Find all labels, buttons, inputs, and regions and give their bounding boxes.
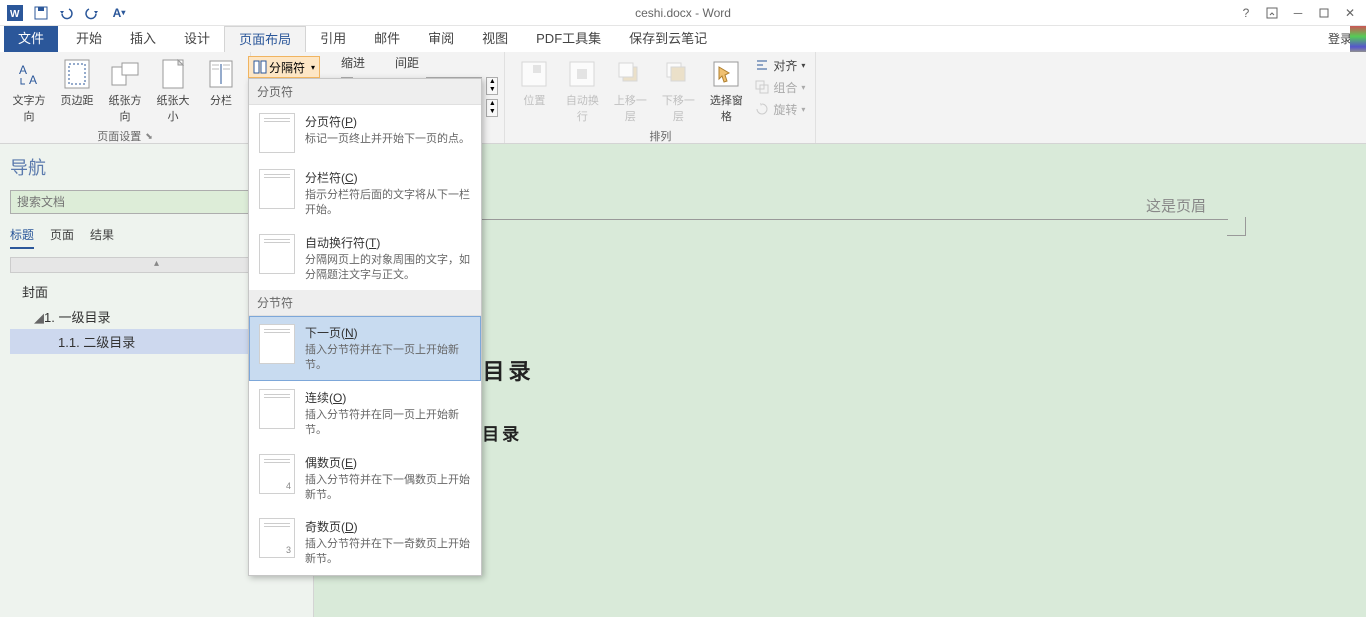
selection-pane-label: 选择窗格 (705, 92, 747, 124)
svg-text:W: W (10, 9, 20, 20)
nav-tab-pages[interactable]: 页面 (50, 226, 74, 249)
minimize-icon[interactable]: ─ (1286, 2, 1310, 24)
margins-label: 页边距 (61, 92, 94, 108)
document-title: ceshi.docx - Word (635, 6, 731, 20)
titlebar: W A▾ ceshi.docx - Word ? ─ ✕ (0, 0, 1366, 26)
save-icon[interactable] (30, 2, 52, 24)
columns-button[interactable]: 分栏 (198, 54, 244, 128)
tab-pdf[interactable]: PDF工具集 (522, 26, 615, 52)
breaks-label: 分隔符 (269, 59, 305, 76)
font-size-icon[interactable]: A▾ (108, 2, 130, 24)
column-break-icon (259, 169, 295, 209)
group-label: 组合 (773, 79, 797, 96)
text-direction-button[interactable]: AA 文字方向 (6, 54, 52, 128)
position-label: 位置 (523, 92, 545, 108)
spacing-header-label: 间距 (395, 54, 498, 71)
ribbon-tabs: 文件 开始 插入 设计 页面布局 引用 邮件 审阅 视图 PDF工具集 保存到云… (0, 26, 1366, 52)
tab-cloud[interactable]: 保存到云笔记 (615, 26, 721, 52)
word-icon[interactable]: W (4, 2, 26, 24)
tab-design[interactable]: 设计 (170, 26, 224, 52)
maximize-icon[interactable] (1312, 2, 1336, 24)
next-page-break-item[interactable]: 下一页(N)插入分节符并在下一页上开始新节。 (249, 316, 481, 381)
after-down[interactable]: ▼ (487, 108, 497, 116)
ribbon: AA文字方向 页边距 纸张方向 纸张大小 分栏 页面设置⬊ 缩进 ▲▼ ▲▼ 间… (0, 52, 1366, 144)
tab-view[interactable]: 视图 (468, 26, 522, 52)
backward-button: 下移一层 (655, 54, 701, 128)
group-button: 组合▾ (751, 76, 809, 98)
selection-pane-button[interactable]: 选择窗格 (703, 54, 749, 128)
even-page-break-icon: 4 (259, 454, 295, 494)
close-icon[interactable]: ✕ (1338, 2, 1362, 24)
continuous-break-item[interactable]: 连续(O)插入分节符并在同一页上开始新节。 (249, 381, 481, 446)
size-button[interactable]: 纸张大小 (150, 54, 196, 128)
continuous-break-icon (259, 389, 295, 429)
odd-page-break-item[interactable]: 3 奇数页(D)插入分节符并在下一奇数页上开始新节。 (249, 510, 481, 575)
redo-icon[interactable] (82, 2, 104, 24)
group-page-setup-label: 页面设置 (97, 128, 141, 144)
even-page-break-item[interactable]: 4 偶数页(E)插入分节符并在下一偶数页上开始新节。 (249, 446, 481, 511)
forward-button: 上移一层 (607, 54, 653, 128)
align-label: 对齐 (773, 57, 797, 74)
page-breaks-header: 分页符 (249, 79, 481, 105)
tab-references[interactable]: 引用 (306, 26, 360, 52)
tab-layout[interactable]: 页面布局 (224, 26, 306, 52)
forward-label: 上移一层 (609, 92, 651, 124)
backward-label: 下移一层 (657, 92, 699, 124)
column-break-item[interactable]: 分栏符(C)指示分栏符后面的文字将从下一栏开始。 (249, 161, 481, 226)
breaks-menu: 分页符 分页符(P)标记一页终止并开始下一页的点。 分栏符(C)指示分栏符后面的… (248, 78, 482, 576)
rotate-label: 旋转 (773, 101, 797, 118)
tab-insert[interactable]: 插入 (116, 26, 170, 52)
tab-review[interactable]: 审阅 (414, 26, 468, 52)
ribbon-options-icon[interactable] (1260, 2, 1284, 24)
orientation-button[interactable]: 纸张方向 (102, 54, 148, 128)
page-header-text: 这是页眉 (1146, 195, 1206, 216)
next-page-break-icon (259, 324, 295, 364)
indent-header-label: 缩进 (341, 54, 365, 71)
nav-tab-headings[interactable]: 标题 (10, 226, 34, 249)
quick-access-toolbar: W A▾ (0, 2, 130, 24)
page-break-icon (259, 113, 295, 153)
main-area: 导航 标题 页面 结果 ▴ 封面 ◢1. 一级目录 1.1. 二级目录 这是页眉… (0, 144, 1366, 617)
group-page-setup: AA 文字方向 页边距 纸张方向 纸张大小 分栏 页面设置 ⬊ (0, 52, 251, 143)
wrap-label: 自动换行 (561, 92, 603, 124)
svg-text:A: A (29, 73, 37, 87)
page-setup-launcher-icon[interactable]: ⬊ (145, 131, 153, 142)
after-up[interactable]: ▲ (487, 100, 497, 108)
text-wrapping-break-item[interactable]: 自动换行符(T)分隔网页上的对象周围的文字，如分隔题注文字与正文。 (249, 226, 481, 291)
group-arrange: 位置 自动换行 上移一层 下移一层 选择窗格 对齐▾ 组合▾ 旋转▾ 排列 (505, 52, 816, 143)
svg-text:A: A (19, 63, 27, 77)
group-arrange-label: 排列 (649, 128, 671, 144)
tab-home[interactable]: 开始 (62, 26, 116, 52)
position-button: 位置 (511, 54, 557, 128)
breaks-icon (253, 60, 267, 74)
columns-label: 分栏 (210, 92, 232, 108)
help-icon[interactable]: ? (1234, 2, 1258, 24)
tab-mailings[interactable]: 邮件 (360, 26, 414, 52)
chevron-down-icon: ◢ (34, 310, 44, 326)
orientation-label: 纸张方向 (104, 92, 146, 124)
align-button[interactable]: 对齐▾ (751, 54, 809, 76)
before-down[interactable]: ▼ (487, 86, 497, 94)
tab-file[interactable]: 文件 (4, 26, 58, 52)
page-header-frame: 这是页眉 (386, 206, 1246, 236)
margins-button[interactable]: 页边距 (54, 54, 100, 128)
rotate-button: 旋转▾ (751, 98, 809, 120)
before-up[interactable]: ▲ (487, 78, 497, 86)
text-wrapping-break-icon (259, 234, 295, 274)
text-direction-label: 文字方向 (8, 92, 50, 124)
undo-icon[interactable] (56, 2, 78, 24)
wrap-button: 自动换行 (559, 54, 605, 128)
nav-tab-results[interactable]: 结果 (90, 226, 114, 249)
size-label: 纸张大小 (152, 92, 194, 124)
odd-page-break-icon: 3 (259, 518, 295, 558)
section-breaks-header: 分节符 (249, 290, 481, 316)
page-break-item[interactable]: 分页符(P)标记一页终止并开始下一页的点。 (249, 105, 481, 161)
breaks-button[interactable]: 分隔符▾ (248, 56, 320, 78)
